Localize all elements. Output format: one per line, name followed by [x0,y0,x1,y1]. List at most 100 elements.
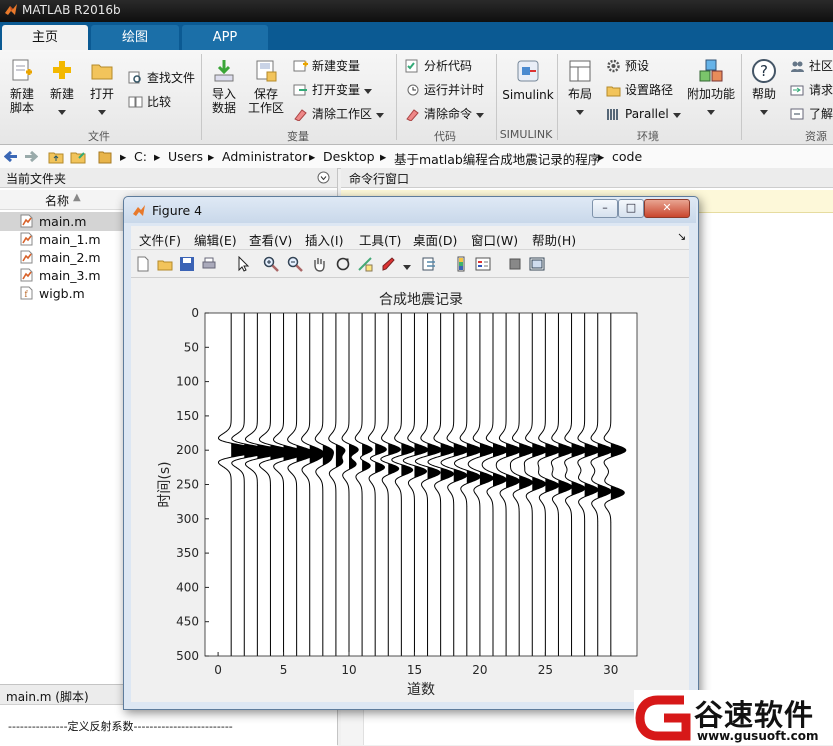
request-support-button[interactable]: 请求 [790,81,833,99]
help-button[interactable]: ? 帮助 [747,58,781,118]
name-column-label: 名称 [45,194,70,208]
menu-help[interactable]: 帮助(H) [532,230,576,249]
figure-canvas[interactable]: 0 5 10 15 20 25 30 0 50 100 150 200 250 300 350 400 450… [131,278,689,702]
open-file-icon[interactable] [157,256,173,272]
forward-arrow-icon[interactable] [24,150,38,163]
compare-button[interactable]: 比较 [128,93,171,111]
tab-plots[interactable]: 绘图 [91,25,179,50]
breadcrumb-item[interactable]: 基于matlab编程合成地震记录的程序 [394,149,600,168]
rotate-3d-icon[interactable] [335,256,351,272]
preferences-button[interactable]: 预设 [606,57,649,75]
menu-file[interactable]: 文件(F) [139,230,181,249]
close-button[interactable]: ✕ [644,199,690,218]
watermark-logo-icon [635,695,691,741]
open-dropdown-caret[interactable] [98,110,106,115]
menu-edit[interactable]: 编辑(E) [194,230,237,249]
brush-icon[interactable] [381,256,397,272]
save-workspace-button[interactable]: 保存 工作区 [246,58,286,115]
new-script-button[interactable]: 新建 脚本 [4,58,40,115]
open-variable-icon [293,84,307,96]
open-variable-caret[interactable] [363,89,372,94]
ribbon-separator [201,54,202,140]
menu-insert[interactable]: 插入(I) [305,230,343,249]
breadcrumb-item[interactable]: Desktop [323,149,375,164]
run-and-time-label: 运行并计时 [424,83,485,97]
open-button[interactable]: 打开 [86,58,118,118]
open-variable-label: 打开变量 [312,83,361,97]
y-tick-label: 450 [176,615,199,629]
menu-dock-arrow-icon[interactable]: ↘ [677,230,686,243]
link-plot-icon[interactable] [421,256,437,272]
analyze-code-button[interactable]: 分析代码 [405,57,472,75]
run-and-time-button[interactable]: 运行并计时 [405,81,484,99]
tab-apps[interactable]: APP [182,25,268,50]
menu-tools[interactable]: 工具(T) [359,230,401,249]
new-figure-icon[interactable] [135,256,151,272]
show-plot-tools-icon[interactable] [529,256,545,272]
seismic-wiggle-plot[interactable]: 0 5 10 15 20 25 30 0 50 100 150 200 250 300 350 400 450… [131,278,689,702]
insert-legend-icon[interactable] [475,256,491,272]
set-path-button[interactable]: 设置路径 [606,81,673,99]
menu-desktop[interactable]: 桌面(D) [413,230,457,249]
tab-home[interactable]: 主页 [2,25,88,50]
pan-hand-icon[interactable] [311,256,327,272]
app-title: MATLAB R2016b [22,3,121,17]
minimize-button[interactable]: – [592,199,618,218]
clear-commands-caret[interactable] [475,113,484,118]
file-item[interactable]: main_1.m [20,231,101,249]
parallel-button[interactable]: Parallel [606,105,681,123]
clear-workspace-button[interactable]: 清除工作区 [293,105,384,123]
simulink-button[interactable]: Simulink [502,58,554,102]
menu-window[interactable]: 窗口(W) [471,230,518,249]
breadcrumb-item[interactable]: code [612,149,642,164]
import-data-button[interactable]: 导入 数据 [206,58,242,115]
up-folder-icon[interactable] [48,149,64,164]
pointer-arrow-icon[interactable] [235,256,251,272]
community-button[interactable]: 社区 [790,57,833,75]
addons-caret[interactable] [707,110,715,115]
file-item[interactable]: f wigb.m [20,285,85,303]
breadcrumb-item[interactable]: C: [134,149,147,164]
breadcrumb-item[interactable]: Users [168,149,203,164]
breadcrumb-item[interactable]: Administrator [222,149,307,164]
new-variable-button[interactable]: 新建变量 [293,57,360,75]
file-item[interactable]: main_2.m [20,249,101,267]
addons-button[interactable]: 附加功能 [686,58,736,118]
insert-colorbar-icon[interactable] [453,256,469,272]
y-tick-label: 100 [176,375,199,389]
y-tick-label: 400 [176,580,199,594]
figure-title-bar[interactable]: Figure 4 – □ ✕ [124,197,696,223]
maximize-button[interactable]: □ [618,199,644,218]
find-files-button[interactable]: 查找文件 [128,69,195,87]
parallel-caret[interactable] [672,113,681,118]
learn-button[interactable]: 了解 [790,105,833,123]
new-button[interactable]: 新建 [46,58,78,118]
file-item[interactable]: main_3.m [20,267,101,285]
zoom-in-icon[interactable] [263,256,279,272]
file-item[interactable]: main.m [20,213,86,231]
set-path-icon [606,86,621,97]
brush-dropdown-caret[interactable] [403,259,411,273]
data-cursor-icon[interactable] [357,256,373,272]
layout-caret[interactable] [576,110,584,115]
panel-menu-icon[interactable] [317,171,330,184]
open-variable-button[interactable]: 打开变量 [293,81,372,99]
browse-folder-icon[interactable] [70,149,86,164]
figure-matlab-icon [133,205,145,216]
save-figure-icon[interactable] [179,256,195,272]
file-name: main_1.m [39,232,101,247]
help-caret[interactable] [760,110,768,115]
menu-view[interactable]: 查看(V) [249,230,292,249]
details-title: main.m (脚本) [6,690,89,704]
new-dropdown-caret[interactable] [58,110,66,115]
simulink-icon [517,60,539,82]
compare-label: 比较 [147,95,172,109]
clear-commands-button[interactable]: 清除命令 [405,105,484,123]
learn-label: 了解 [809,107,833,121]
layout-button[interactable]: 布局 [563,58,597,118]
hide-plot-tools-icon[interactable] [507,256,523,272]
print-icon[interactable] [201,256,217,272]
back-arrow-icon[interactable] [4,150,18,163]
zoom-out-icon[interactable] [287,256,303,272]
clear-workspace-caret[interactable] [375,113,384,118]
